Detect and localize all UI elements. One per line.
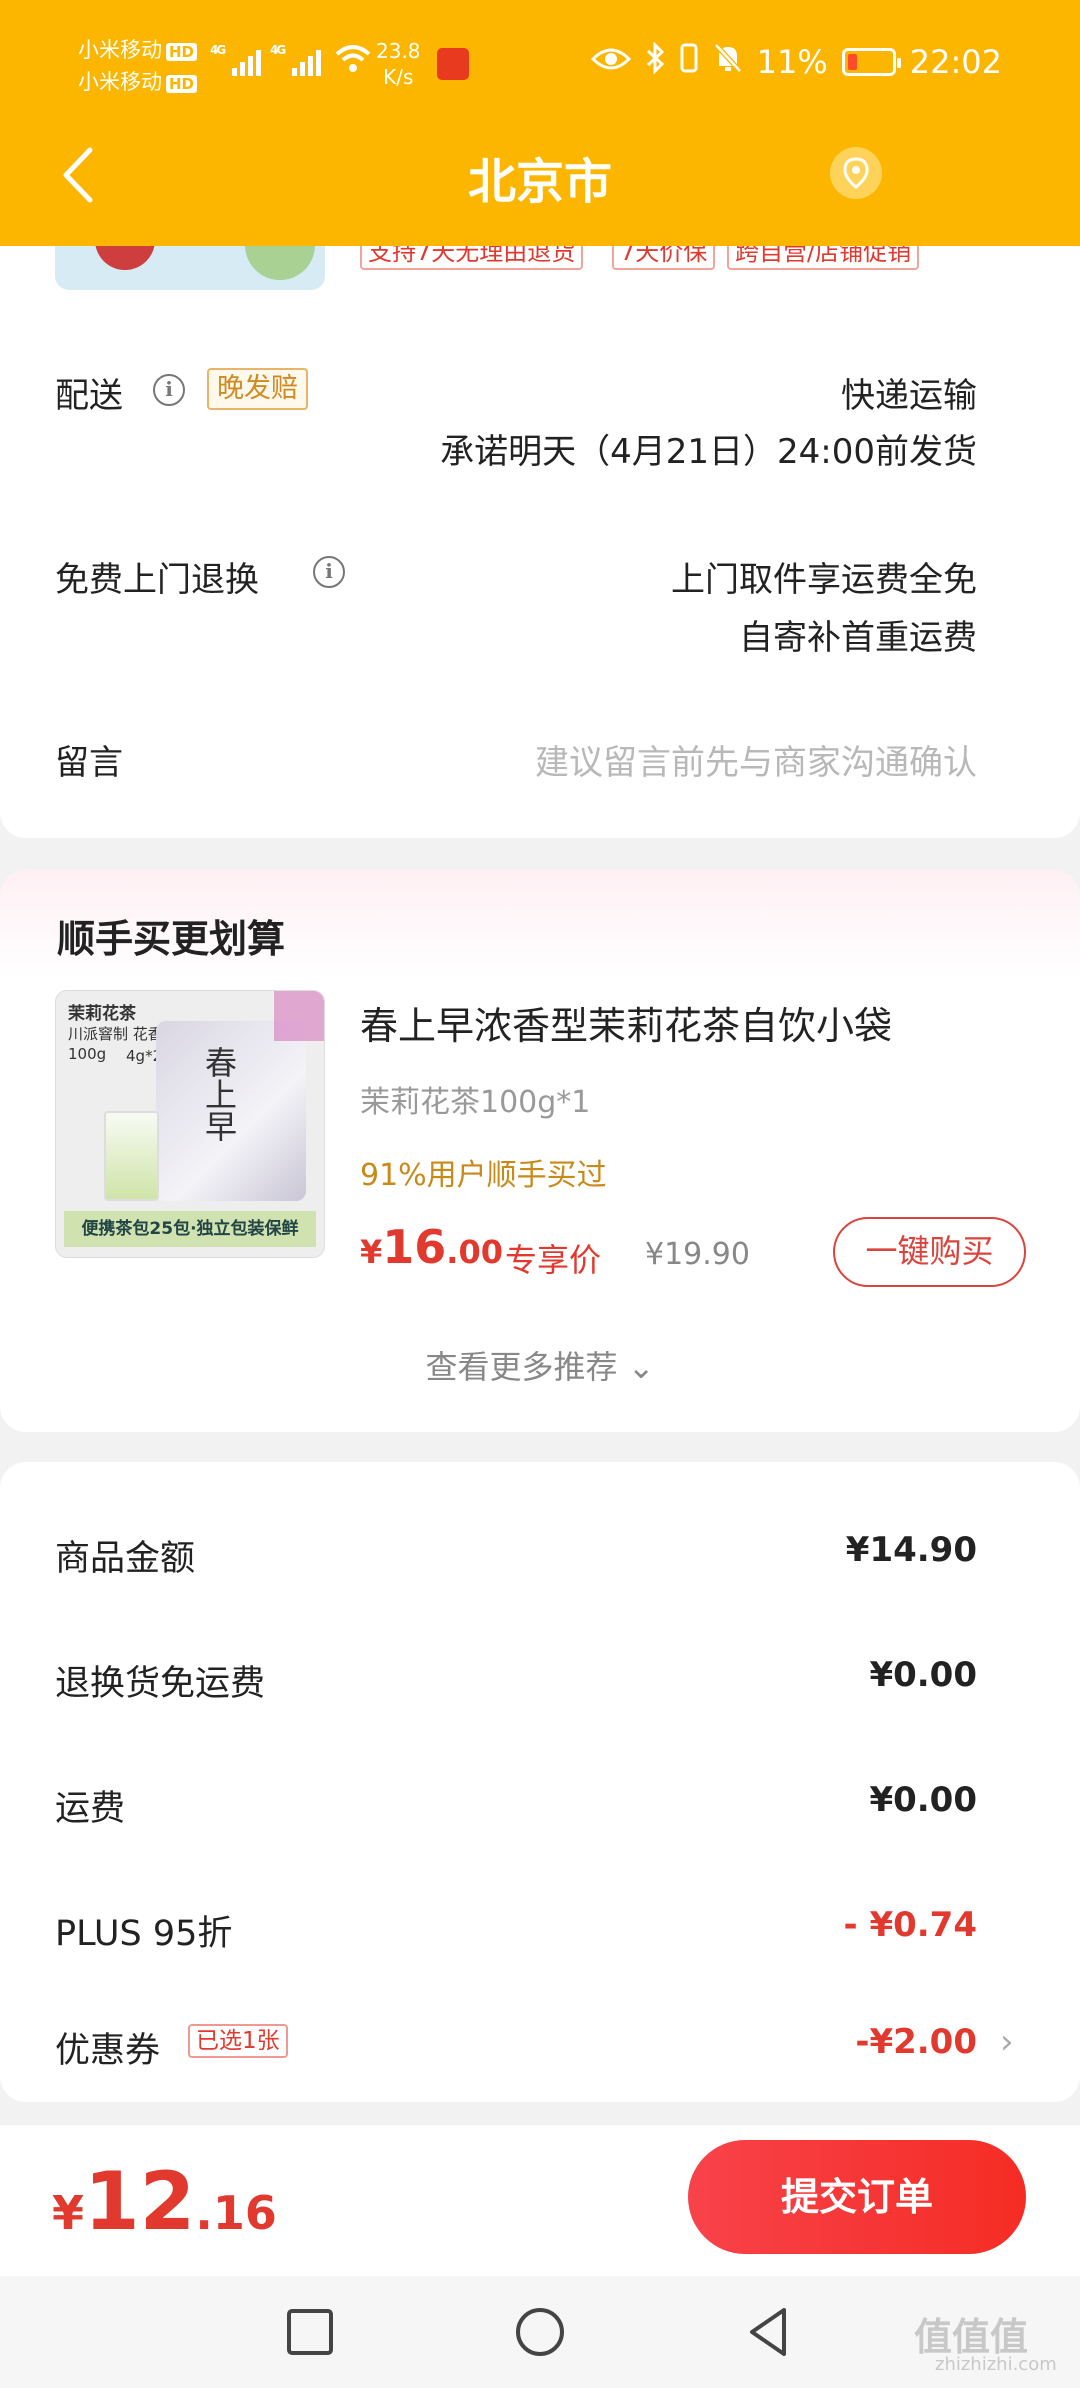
price-symbol: ¥ (360, 1233, 383, 1271)
net-speed-value: 23.8 (376, 39, 421, 63)
hd-badge: HD (166, 43, 198, 61)
svg-text:4G: 4G (210, 43, 225, 57)
tea-cup (104, 1111, 159, 1201)
summary-label: 商品金额 (55, 1539, 196, 1579)
app-notification-icon (437, 48, 469, 80)
location-pin-icon (843, 157, 869, 189)
return-line-1: 上门取件享运费全免 (671, 560, 977, 600)
message-input[interactable]: 建议留言前先与商家沟通确认 (535, 735, 977, 784)
coupon-selected-badge: 已选1张 (188, 2024, 288, 2058)
one-click-buy-button[interactable]: 一键购买 (833, 1217, 1026, 1287)
hd-badge: HD (166, 75, 198, 93)
watermark-url: zhizhizhi.com (935, 2354, 1057, 2375)
image-line-2-left: 100g (68, 1045, 107, 1063)
return-label: 免费上门退换 (55, 560, 259, 600)
product-image[interactable]: 茉莉花茶 川派窨制 花香浓郁 100g 4g*25包 春上早 便携茶包25包·独… (55, 990, 325, 1258)
square-icon (287, 2309, 333, 2355)
top-header: 小米移动 HD 小米移动 HD 4G 4G 23.8 K/s 11% 22:02 北… (0, 0, 1080, 246)
submit-order-button[interactable]: 提交订单 (688, 2140, 1026, 2254)
exclusive-price-label: 专享价 (505, 1241, 602, 1279)
more-recommendations-link[interactable]: 查看更多推荐 ⌄ (0, 1342, 1080, 1388)
delivery-label: 配送 (55, 376, 123, 416)
signal-icon: 4G (210, 40, 270, 87)
summary-value: ¥0.00 (869, 1780, 977, 1820)
mute-bell-icon (713, 42, 743, 82)
chevron-down-icon: ⌄ (627, 1348, 655, 1386)
net-speed: 23.8 K/s (376, 38, 421, 90)
section-title: 顺手买更划算 (57, 917, 286, 961)
total-decimal: .16 (195, 2186, 277, 2240)
summary-label: 退换货免运费 (55, 1664, 266, 1704)
page-title: 北京市 (467, 154, 612, 210)
home-button[interactable] (510, 2302, 570, 2362)
summary-value: ¥0.00 (869, 1655, 977, 1695)
carrier-2: 小米移动 HD (78, 66, 198, 96)
status-bar: 小米移动 HD 小米移动 HD 4G 4G 23.8 K/s 11% 22:02 (0, 0, 1080, 130)
product-price: ¥16.00 (360, 1220, 503, 1274)
message-label: 留言 (55, 743, 123, 783)
info-icon[interactable]: i (153, 374, 185, 406)
eye-icon (590, 43, 631, 81)
price-integer: 16 (382, 1220, 447, 1274)
system-back-button[interactable] (740, 2302, 800, 2362)
battery-percent: 11% (756, 43, 828, 81)
net-speed-unit: K/s (383, 65, 414, 89)
total-price: ¥12.16 (52, 2155, 277, 2248)
delivery-method[interactable]: 快递运输 (841, 368, 977, 417)
product-spec: 茉莉花茶100g*1 (360, 1085, 591, 1120)
status-right: 11% 22:02 (590, 41, 1002, 82)
summary-value: ¥14.90 (845, 1530, 977, 1570)
wifi-icon (333, 40, 373, 83)
info-icon[interactable]: i (313, 556, 345, 588)
package-corner (274, 991, 324, 1041)
coupon-label: 优惠券 (55, 2031, 161, 2071)
battery-level (847, 54, 857, 70)
chevron-right-icon[interactable]: › (1000, 2022, 1014, 2062)
triangle-back-icon (750, 2308, 786, 2356)
bought-rate: 91%用户顺手买过 (360, 1158, 607, 1193)
package-label: 春上早 (200, 1046, 238, 1142)
location-button[interactable] (830, 147, 882, 199)
return-line-2: 自寄补首重运费 (739, 618, 977, 658)
svg-text:4G: 4G (270, 43, 285, 57)
carrier-2-name: 小米移动 (78, 70, 162, 94)
recent-apps-button[interactable] (280, 2302, 340, 2362)
watermark: 值值值 (914, 2315, 1029, 2359)
price-decimal: .00 (446, 1233, 503, 1271)
image-category: 茉莉花茶 (68, 1004, 136, 1024)
plus-discount-value: - ¥0.74 (843, 1905, 978, 1945)
coupon-value[interactable]: -¥2.00 (855, 2022, 977, 2062)
summary-label: 运费 (55, 1789, 126, 1829)
more-recommendations-label: 查看更多推荐 (425, 1348, 618, 1386)
bluetooth-icon (645, 41, 665, 82)
product-name[interactable]: 春上早浓香型茉莉花茶自饮小袋 (360, 995, 892, 1050)
vibrate-icon (679, 42, 699, 82)
signal-icon: 4G (270, 40, 330, 87)
total-integer: 12 (84, 2155, 196, 2248)
late-compensation-badge: 晚发赔 (207, 368, 308, 410)
total-symbol: ¥ (52, 2186, 85, 2240)
summary-label: PLUS 95折 (55, 1914, 233, 1954)
circle-icon (516, 2308, 564, 2356)
carrier-1: 小米移动 HD (78, 34, 198, 64)
battery-icon (841, 48, 901, 76)
original-price: ¥19.90 (645, 1237, 750, 1272)
clock: 22:02 (909, 43, 1002, 81)
delivery-promise: 承诺明天（4月21日）24:00前发货 (440, 432, 977, 472)
image-banner: 便携茶包25包·独立包装保鲜 (64, 1211, 316, 1247)
carrier-1-name: 小米移动 (78, 38, 162, 62)
